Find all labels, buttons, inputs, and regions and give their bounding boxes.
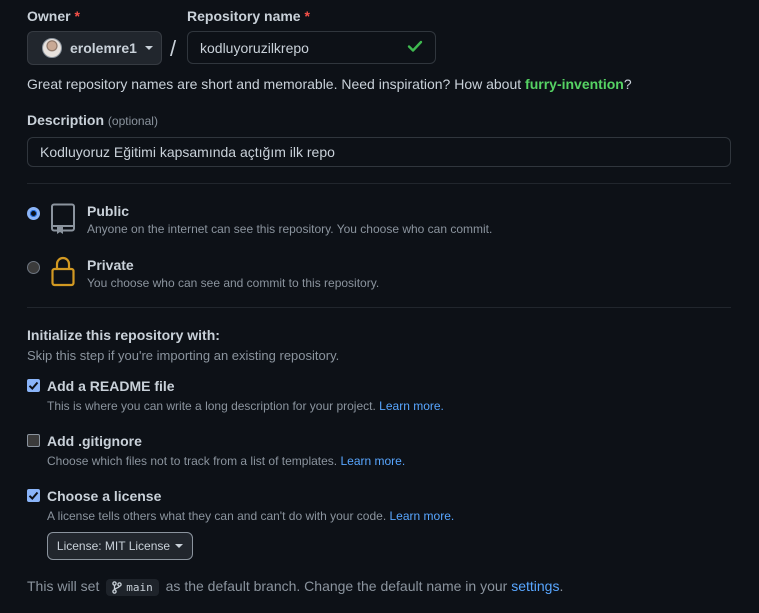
check-icon	[407, 38, 423, 57]
public-title: Public	[87, 203, 130, 219]
branch-note-prefix: This will set	[27, 578, 100, 594]
description-input[interactable]: Kodluyoruz Eğitimi kapsamında açtığım il…	[27, 137, 731, 167]
repo-name-input[interactable]: kodluyoruzilkrepo	[187, 31, 436, 64]
repo-name-label: Repository name *	[187, 8, 310, 24]
hint-text: Great repository names are short and mem…	[27, 76, 526, 92]
init-title: Initialize this repository with:	[27, 327, 220, 343]
owner-label: Owner *	[27, 8, 80, 24]
readme-desc: This is where you can write a long descr…	[47, 399, 444, 413]
branch-note-suffix: .	[559, 578, 564, 594]
gitignore-learn-more-link[interactable]: Learn more.	[340, 454, 405, 468]
license-select-button[interactable]: License: MIT License	[47, 532, 193, 560]
license-select-label: License: MIT License	[56, 539, 171, 553]
license-learn-more-link[interactable]: Learn more.	[390, 509, 455, 523]
lock-icon	[50, 256, 76, 291]
owner-select-button[interactable]: erolemre1	[27, 31, 162, 65]
git-branch-icon	[112, 581, 123, 594]
description-label: Description (optional)	[27, 112, 158, 128]
repo-icon	[50, 203, 76, 238]
branch-note-middle: as the default branch. Change the defaul…	[165, 578, 508, 594]
license-title: Choose a license	[47, 488, 162, 504]
license-desc: A license tells others what they can and…	[47, 509, 454, 523]
private-radio[interactable]	[27, 261, 40, 274]
readme-desc-text: This is where you can write a long descr…	[47, 399, 376, 413]
required-mark: *	[304, 8, 310, 24]
divider	[27, 183, 731, 184]
private-desc: You choose who can see and commit to thi…	[87, 276, 380, 290]
gitignore-desc: Choose which files not to track from a l…	[47, 454, 405, 468]
gitignore-desc-text: Choose which files not to track from a l…	[47, 454, 338, 468]
description-value: Kodluyoruz Eğitimi kapsamında açtığım il…	[40, 144, 335, 160]
repo-name-hint: Great repository names are short and mem…	[27, 76, 632, 92]
branch-name: main	[126, 580, 153, 594]
divider	[27, 307, 731, 308]
public-radio[interactable]	[27, 207, 40, 220]
license-checkbox[interactable]	[27, 489, 40, 502]
default-branch-note: This will set main as the default branch…	[27, 578, 563, 596]
gitignore-checkbox[interactable]	[27, 434, 40, 447]
private-title: Private	[87, 257, 134, 273]
branch-chip: main	[106, 578, 159, 596]
readme-checkbox[interactable]	[27, 379, 40, 392]
readme-title: Add a README file	[47, 378, 175, 394]
owner-label-text: Owner	[27, 8, 71, 24]
checkmark-icon	[28, 491, 39, 500]
name-suggestion-link[interactable]: furry-invention	[525, 76, 624, 92]
chevron-down-icon	[144, 46, 153, 50]
checkmark-icon	[28, 381, 39, 390]
settings-link[interactable]: settings	[511, 578, 559, 594]
readme-learn-more-link[interactable]: Learn more.	[379, 399, 444, 413]
description-label-text: Description	[27, 112, 105, 128]
init-subtitle: Skip this step if you're importing an ex…	[27, 348, 340, 363]
required-mark: *	[74, 8, 80, 24]
optional-tag: (optional)	[107, 114, 158, 128]
public-desc: Anyone on the internet can see this repo…	[87, 222, 493, 236]
chevron-down-icon	[175, 544, 184, 548]
repo-name-label-text: Repository name	[187, 8, 301, 24]
avatar	[42, 38, 62, 58]
license-desc-text: A license tells others what they can and…	[47, 509, 387, 523]
owner-repo-separator: /	[170, 36, 177, 61]
repo-name-value: kodluyoruzilkrepo	[200, 39, 309, 56]
owner-value: erolemre1	[70, 40, 137, 56]
hint-suffix: ?	[623, 76, 632, 92]
gitignore-title: Add .gitignore	[47, 433, 142, 449]
